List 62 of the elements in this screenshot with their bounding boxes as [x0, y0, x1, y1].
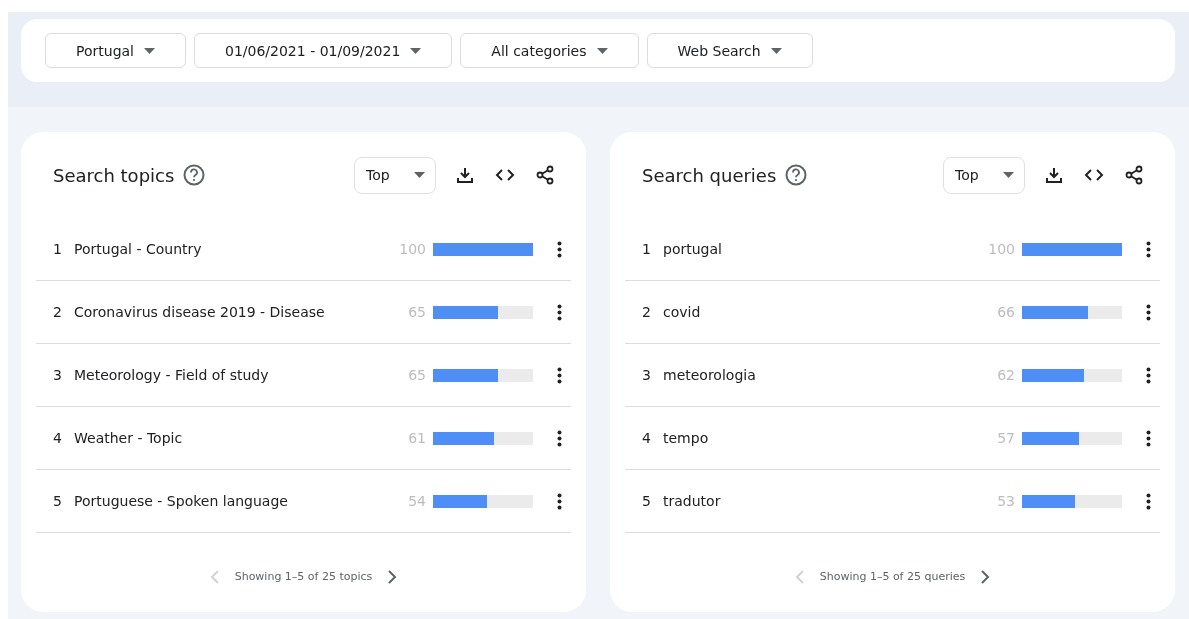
more-icon[interactable]	[1144, 366, 1152, 384]
item-label: meteorologia	[663, 367, 756, 383]
next-page-icon[interactable]	[980, 569, 991, 584]
value-number: 53	[996, 493, 1015, 509]
item-label: Weather - Topic	[74, 430, 183, 446]
filter-dropdown[interactable]: Portugal	[45, 33, 186, 68]
sort-dropdown[interactable]: Top	[943, 156, 1025, 194]
caret-icon	[1003, 172, 1014, 178]
rank-number: 4	[642, 430, 652, 446]
filter-dropdown[interactable]: All categories	[460, 33, 639, 68]
panel-title: Search queries	[642, 164, 777, 186]
value-number: 61	[407, 430, 426, 446]
item-label: Portugal - Country	[74, 241, 202, 257]
more-icon[interactable]	[1144, 429, 1152, 447]
more-icon[interactable]	[555, 492, 563, 510]
value-number: 100	[398, 241, 426, 257]
value-number: 54	[407, 493, 426, 509]
caret-icon	[410, 47, 422, 54]
item-label: Meteorology - Field of study	[74, 367, 269, 383]
rank-number: 1	[53, 241, 63, 257]
value-number: 100	[987, 241, 1015, 257]
value-number: 66	[996, 304, 1015, 320]
help-icon[interactable]	[785, 164, 808, 186]
more-icon[interactable]	[555, 240, 563, 258]
item-label: tradutor	[663, 493, 721, 509]
help-icon[interactable]	[183, 164, 206, 186]
more-icon[interactable]	[555, 429, 563, 447]
panel-title: Search topics	[53, 164, 175, 186]
more-icon[interactable]	[555, 366, 563, 384]
share-icon[interactable]	[1123, 164, 1145, 186]
item-label: tempo	[663, 430, 709, 446]
rank-number: 3	[642, 367, 652, 383]
value-number: 65	[407, 367, 426, 383]
caret-icon	[596, 47, 608, 54]
sort-dropdown[interactable]: Top	[354, 156, 436, 194]
rank-number: 5	[53, 493, 63, 509]
value-number: 62	[996, 367, 1015, 383]
caret-icon	[414, 172, 425, 178]
more-icon[interactable]	[1144, 240, 1152, 258]
pagination-text: Showing 1–5 of 25 queries	[819, 570, 966, 583]
item-label: Coronavirus disease 2019 - Disease	[74, 304, 325, 320]
rank-number: 2	[642, 304, 652, 320]
value-number: 65	[407, 304, 426, 320]
filter-dropdown[interactable]: Web Search	[646, 33, 813, 68]
item-label: portugal	[663, 241, 722, 257]
rank-number: 4	[53, 430, 63, 446]
pagination-text: Showing 1–5 of 25 topics	[234, 570, 373, 583]
item-label: covid	[663, 304, 701, 320]
rank-number: 3	[53, 367, 63, 383]
item-label: Portuguese - Spoken language	[74, 493, 288, 509]
caret-icon	[770, 47, 782, 54]
value-number: 57	[996, 430, 1015, 446]
next-page-icon[interactable]	[387, 569, 398, 584]
rank-number: 1	[642, 241, 652, 257]
share-icon[interactable]	[534, 164, 556, 186]
rank-number: 5	[642, 493, 652, 509]
more-icon[interactable]	[555, 303, 563, 321]
rank-number: 2	[53, 304, 63, 320]
caret-icon	[144, 47, 155, 54]
more-icon[interactable]	[1144, 492, 1152, 510]
filter-dropdown[interactable]: 01/06/2021 - 01/09/2021	[194, 33, 453, 68]
more-icon[interactable]	[1144, 303, 1152, 321]
